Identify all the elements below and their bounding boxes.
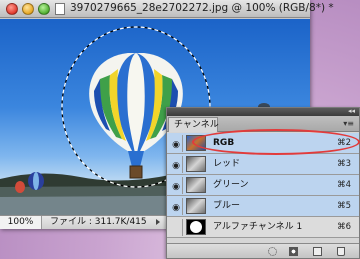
channels-panel: ◂◂ チャンネル ▾≡ ◉ RGB ⌘2 ◉ レッド ⌘3 ◉ グリーン ⌘4 … (166, 107, 360, 259)
channel-row-green[interactable]: ◉ グリーン ⌘4 (167, 175, 359, 196)
channel-thumbnail (186, 219, 206, 235)
file-size-info: ファイル : 311.7K/415 (50, 217, 147, 227)
window-title: 3970279665_28e2702272.jpg @ 100% (RGB/8*… (70, 2, 334, 14)
channel-label: レッド (213, 159, 241, 169)
trash-icon[interactable] (337, 247, 345, 256)
tab-channels[interactable]: チャンネル (168, 117, 219, 132)
channel-thumbnail (186, 156, 206, 172)
close-window-button[interactable] (6, 3, 18, 15)
channel-shortcut: ⌘4 (337, 180, 351, 190)
collapse-panel-icon[interactable]: ◂◂ (348, 107, 355, 115)
channel-thumbnail (186, 177, 206, 193)
channel-row-blue[interactable]: ◉ ブルー ⌘5 (167, 196, 359, 217)
panel-footer (167, 243, 359, 258)
eye-icon: ◉ (172, 161, 180, 171)
new-channel-icon[interactable] (313, 247, 322, 256)
load-selection-icon[interactable] (268, 247, 277, 256)
eye-icon: ◉ (172, 203, 180, 213)
panel-drag-bar[interactable]: ◂◂ (167, 107, 359, 116)
eye-icon: ◉ (172, 182, 180, 192)
highlight-annotation (192, 129, 360, 155)
panel-menu-icon[interactable]: ▾≡ (343, 119, 354, 128)
eye-icon: ◉ (172, 140, 180, 150)
window-titlebar[interactable]: 3970279665_28e2702272.jpg @ 100% (RGB/8*… (0, 0, 334, 18)
visibility-toggle[interactable]: ◉ (168, 156, 183, 173)
channel-thumbnail (186, 198, 206, 214)
channel-label: ブルー (213, 201, 241, 211)
zoom-level-field[interactable]: 100% (0, 216, 42, 229)
channel-shortcut: ⌘6 (337, 222, 351, 232)
channel-row-alpha[interactable]: アルファチャンネル 1 ⌘6 (167, 217, 359, 238)
zoom-window-button[interactable] (38, 3, 50, 15)
visibility-toggle[interactable] (168, 219, 183, 236)
channel-label: グリーン (213, 180, 249, 190)
channel-label: アルファチャンネル 1 (213, 222, 303, 232)
visibility-toggle[interactable]: ◉ (168, 177, 183, 194)
channel-shortcut: ⌘5 (337, 201, 351, 211)
status-menu-arrow-icon[interactable] (156, 219, 160, 225)
channel-shortcut: ⌘3 (337, 159, 351, 169)
channel-row-red[interactable]: ◉ レッド ⌘3 (167, 154, 359, 175)
document-icon (55, 3, 65, 15)
minimize-window-button[interactable] (22, 3, 34, 15)
save-selection-icon[interactable] (289, 247, 298, 256)
visibility-toggle[interactable]: ◉ (168, 135, 183, 152)
visibility-toggle[interactable]: ◉ (168, 198, 183, 215)
